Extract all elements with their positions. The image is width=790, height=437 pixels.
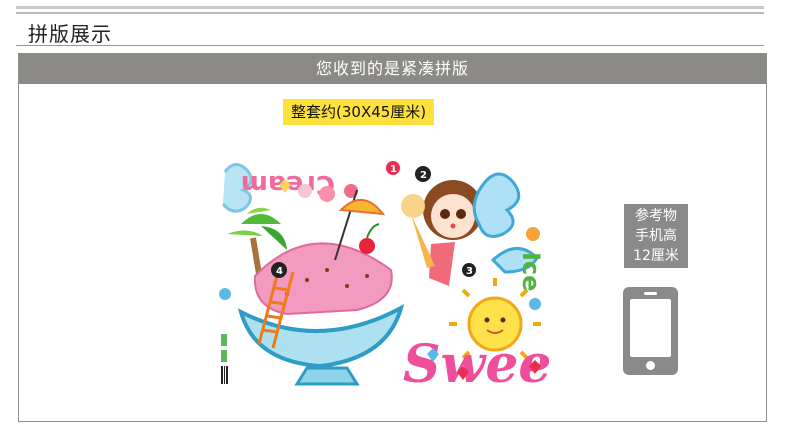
- reference-label: 参考物 手机高 12厘米: [624, 204, 688, 268]
- phone-home-button: [646, 361, 655, 370]
- phone-icon: [623, 287, 678, 375]
- num-3: 3: [466, 266, 473, 277]
- ice-text: Ice: [517, 252, 545, 291]
- flower-pink2: [319, 186, 335, 202]
- top-divider-secondary: [16, 12, 764, 14]
- panel-banner: 您收到的是紧凑拼版: [19, 54, 766, 84]
- reference-line-2: 手机高: [635, 228, 677, 244]
- sweet-text: Sweet: [403, 334, 549, 390]
- section-title: 拼版展示: [28, 22, 112, 46]
- top-divider: [16, 6, 764, 9]
- flower-pink: [298, 184, 312, 198]
- reference-line-3: 12厘米: [633, 248, 679, 264]
- flower-blue-right: [529, 298, 541, 310]
- title-divider: [16, 45, 764, 46]
- sticker-artwork: Cream: [219, 161, 549, 390]
- barcode: [221, 334, 228, 384]
- flower-blue-left: [219, 288, 231, 300]
- num-1: 1: [390, 164, 397, 175]
- num-4: 4: [276, 266, 283, 277]
- flower-orange: [526, 227, 540, 241]
- phone-speaker: [644, 292, 657, 295]
- ice-cream-bowl: [237, 223, 405, 386]
- phone-screen: [630, 299, 671, 357]
- num-2: 2: [420, 170, 427, 181]
- reference-line-1: 参考物: [635, 208, 677, 224]
- size-tag: 整套约(30X45厘米): [283, 99, 435, 125]
- layout-panel: 您收到的是紧凑拼版 整套约(30X45厘米) Cream: [18, 53, 767, 422]
